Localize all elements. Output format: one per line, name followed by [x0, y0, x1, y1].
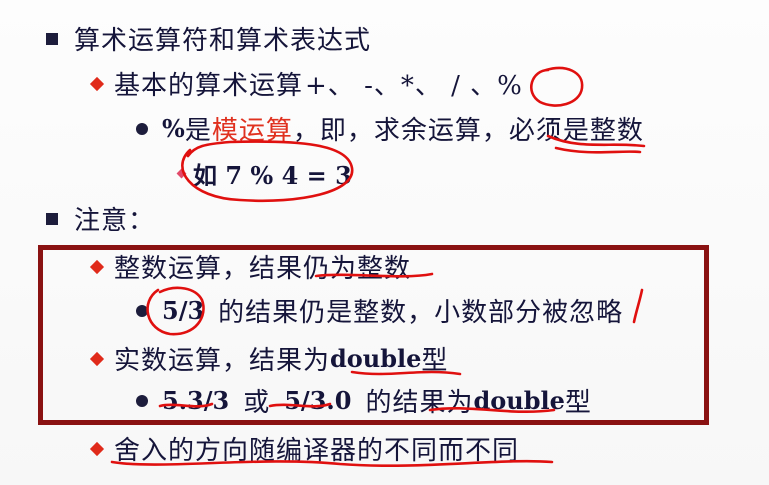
dot-bullet-icon — [136, 122, 148, 135]
mod-term: 模运算 — [211, 116, 293, 146]
item-example: 如 7 % 4 = 3 — [176, 156, 352, 191]
heading-1: 算术运算符和算术表达式 — [74, 26, 372, 56]
slide: 算术运算符和算术表达式 基本的算术运算 +、 -、*、 / 、% % 是 模运算… — [0, 0, 769, 485]
heading-2-line: 注意： — [46, 200, 155, 237]
highlight-box — [38, 245, 709, 425]
note-rounding-text: 舍入的方向随编译器的不同而不同 — [114, 436, 520, 466]
basic-ops-operators: +、 -、*、 / 、% — [305, 71, 523, 101]
basic-ops-label: 基本的算术运算 — [114, 71, 304, 101]
item-mod-desc: % 是 模运算 ，即，求余运算，必须是整数 — [136, 110, 644, 147]
note-rounding: 舍入的方向随编译器的不同而不同 — [89, 430, 520, 467]
example-text: 如 7 % 4 = 3 — [193, 161, 352, 190]
small-diamond-bullet-icon — [176, 168, 187, 179]
mod-is: 是 — [184, 116, 212, 146]
circle-mod-annotation — [529, 66, 584, 107]
square-bullet-icon — [46, 212, 58, 225]
heading-2: 注意： — [74, 206, 156, 236]
item-basic-ops: 基本的算术运算 +、 -、*、 / 、% — [89, 65, 523, 102]
square-bullet-icon — [46, 32, 58, 45]
mod-symbol: % — [162, 114, 185, 143]
diamond-bullet-icon — [89, 441, 105, 456]
heading-1-line: 算术运算符和算术表达式 — [46, 20, 371, 57]
diamond-bullet-icon — [89, 76, 105, 91]
mod-rest: ，即，求余运算，必须是整数 — [292, 116, 644, 146]
